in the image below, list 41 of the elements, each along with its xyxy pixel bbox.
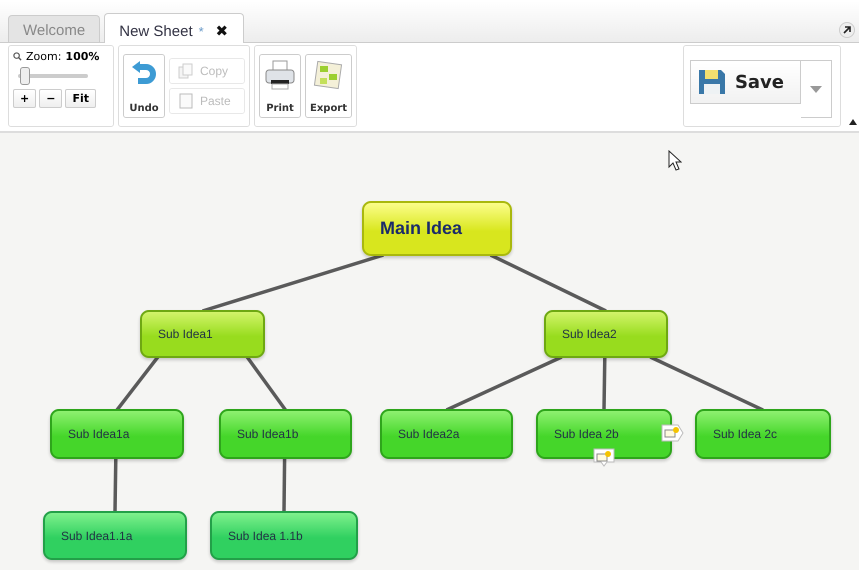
expand-icon[interactable]	[839, 22, 855, 38]
slider-thumb[interactable]	[20, 67, 30, 85]
mouse-pointer-icon	[668, 150, 682, 172]
connector-line	[282, 458, 286, 512]
export-button[interactable]: Export	[305, 54, 352, 118]
note-icon[interactable]	[592, 447, 616, 467]
idea-node[interactable]: Main Idea	[362, 201, 512, 256]
connector-line	[113, 458, 118, 512]
printer-icon	[264, 59, 296, 91]
connector-line	[602, 356, 607, 410]
clipboard-icon	[178, 93, 194, 109]
idea-node[interactable]: Sub Idea1a	[50, 409, 184, 459]
idea-node[interactable]: Sub Idea 2b	[536, 409, 672, 459]
idea-node[interactable]: Sub Idea2	[544, 310, 668, 358]
idea-node[interactable]: Sub Idea2a	[380, 409, 513, 459]
tab-label: New Sheet	[119, 22, 193, 40]
tab[interactable]: New Sheet * ✖	[104, 13, 244, 43]
note-icon[interactable]	[660, 423, 684, 443]
modified-mark: *	[198, 24, 204, 38]
save-dropdown[interactable]	[801, 60, 832, 118]
zoom-value: 100%	[65, 50, 100, 63]
search-icon	[13, 52, 22, 61]
undo-button[interactable]: Undo	[123, 54, 165, 118]
close-tab-button[interactable]: ✖	[216, 22, 229, 40]
idea-node[interactable]: Sub Idea1.1a	[43, 511, 187, 560]
save-button[interactable]: Save	[690, 60, 801, 104]
caret-icon	[810, 86, 822, 92]
connector-line	[246, 356, 287, 412]
zoom-label: Zoom:	[26, 50, 62, 63]
idea-node[interactable]: Sub Idea1	[140, 310, 265, 358]
collapse-icon[interactable]	[849, 119, 857, 125]
idea-node[interactable]: Sub Idea 1.1b	[210, 511, 358, 560]
zoom-button[interactable]: +	[13, 89, 36, 108]
copy-icon	[178, 63, 194, 79]
connector-line	[116, 356, 160, 412]
idea-node[interactable]: Sub Idea 2c	[695, 409, 831, 459]
print-button[interactable]: Print	[259, 54, 301, 118]
idea-node[interactable]: Sub Idea1b	[219, 409, 352, 459]
zoom-button[interactable]: Fit	[65, 89, 96, 108]
zoom-button[interactable]: −	[39, 89, 62, 108]
tab-label: Welcome	[23, 22, 86, 39]
